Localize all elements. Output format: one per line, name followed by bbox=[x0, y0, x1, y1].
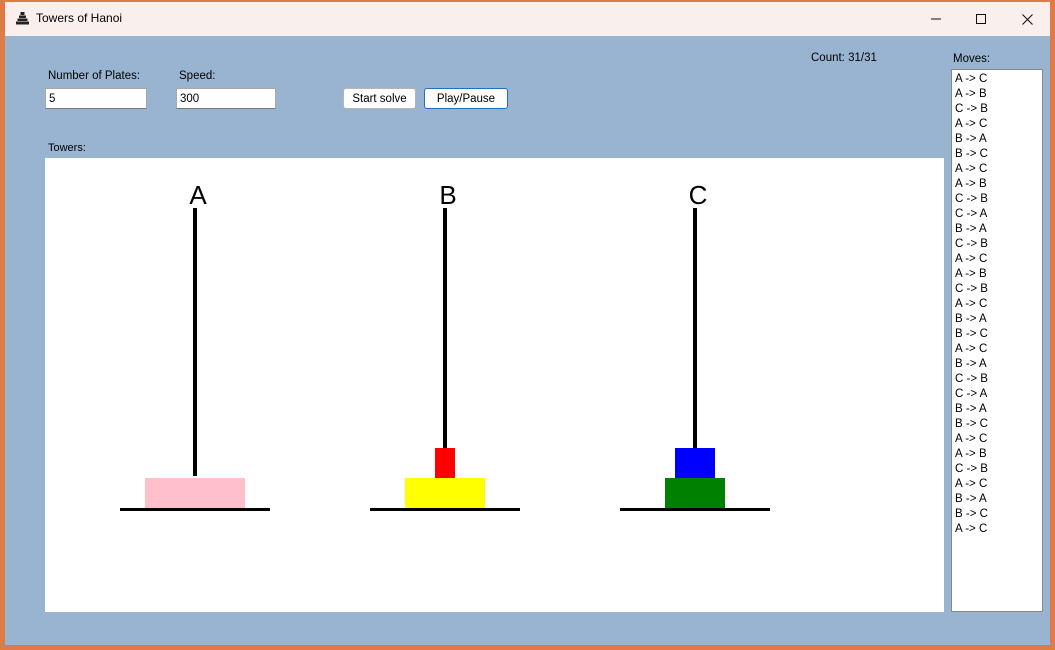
move-item[interactable]: C -> B bbox=[955, 462, 1042, 477]
move-item[interactable]: A -> B bbox=[955, 87, 1042, 102]
title-bar: Towers of Hanoi bbox=[5, 2, 1050, 36]
app-icon bbox=[16, 12, 29, 25]
move-item[interactable]: B -> C bbox=[955, 147, 1042, 162]
minimize-button[interactable] bbox=[913, 2, 959, 36]
move-item[interactable]: B -> A bbox=[955, 132, 1042, 147]
move-item[interactable]: B -> A bbox=[955, 402, 1042, 417]
moves-list[interactable]: A -> CA -> BC -> BA -> CB -> AB -> CA ->… bbox=[951, 69, 1043, 612]
tower-label-a: A bbox=[189, 180, 207, 210]
move-item[interactable]: A -> B bbox=[955, 177, 1042, 192]
move-item[interactable]: A -> C bbox=[955, 477, 1042, 492]
move-item[interactable]: C -> B bbox=[955, 372, 1042, 387]
move-item[interactable]: A -> C bbox=[955, 432, 1042, 447]
start-solve-button[interactable]: Start solve bbox=[343, 88, 416, 109]
move-item[interactable]: A -> C bbox=[955, 72, 1042, 87]
move-item[interactable]: C -> A bbox=[955, 207, 1042, 222]
play-pause-button[interactable]: Play/Pause bbox=[424, 88, 508, 109]
tower-label-c: C bbox=[689, 180, 708, 210]
move-item[interactable]: B -> A bbox=[955, 312, 1042, 327]
speed-input[interactable] bbox=[176, 88, 276, 109]
plate bbox=[145, 478, 245, 508]
plates-input[interactable] bbox=[45, 88, 147, 109]
move-item[interactable]: B -> A bbox=[955, 222, 1042, 237]
move-item[interactable]: A -> B bbox=[955, 447, 1042, 462]
move-item[interactable]: B -> C bbox=[955, 507, 1042, 522]
move-item[interactable]: A -> B bbox=[955, 267, 1042, 282]
window-title: Towers of Hanoi bbox=[36, 11, 123, 25]
move-item[interactable]: A -> C bbox=[955, 522, 1042, 537]
move-item[interactable]: B -> A bbox=[955, 357, 1042, 372]
plate bbox=[665, 478, 725, 508]
moves-label: Moves: bbox=[953, 53, 991, 65]
move-item[interactable]: C -> B bbox=[955, 192, 1042, 207]
move-item[interactable]: A -> C bbox=[955, 117, 1042, 132]
speed-label: Speed: bbox=[179, 70, 216, 82]
move-item[interactable]: A -> C bbox=[955, 297, 1042, 312]
tower-label-b: B bbox=[439, 180, 456, 210]
move-item[interactable]: A -> C bbox=[955, 342, 1042, 357]
move-item[interactable]: B -> C bbox=[955, 327, 1042, 342]
plate bbox=[435, 448, 455, 478]
towers-label: Towers: bbox=[48, 142, 86, 154]
move-item[interactable]: C -> B bbox=[955, 282, 1042, 297]
move-item[interactable]: C -> A bbox=[955, 387, 1042, 402]
towers-canvas: A B C bbox=[45, 158, 944, 612]
move-item[interactable]: B -> C bbox=[955, 417, 1042, 432]
maximize-button[interactable] bbox=[958, 2, 1004, 36]
move-item[interactable]: B -> A bbox=[955, 492, 1042, 507]
close-icon bbox=[1021, 13, 1033, 25]
minimize-icon bbox=[931, 18, 941, 20]
maximize-icon bbox=[976, 14, 986, 24]
move-count: Count: 31/31 bbox=[811, 52, 877, 64]
towers-drawing: A B C bbox=[120, 180, 770, 511]
close-button[interactable] bbox=[1004, 2, 1050, 36]
app-window: Towers of Hanoi Number of Plates: Speed:… bbox=[5, 2, 1050, 645]
move-item[interactable]: C -> B bbox=[955, 102, 1042, 117]
plate bbox=[405, 478, 485, 508]
move-item[interactable]: C -> B bbox=[955, 237, 1042, 252]
plates-label: Number of Plates: bbox=[48, 70, 141, 82]
plate bbox=[675, 448, 715, 478]
move-item[interactable]: A -> C bbox=[955, 162, 1042, 177]
move-item[interactable]: A -> C bbox=[955, 252, 1042, 267]
